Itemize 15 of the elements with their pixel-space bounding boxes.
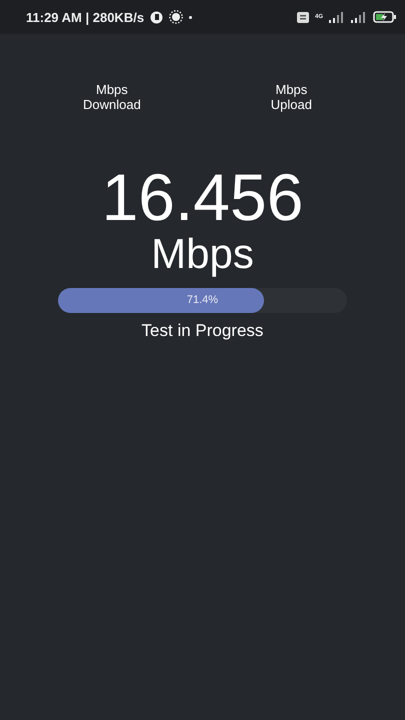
speed-value: 16.456 xyxy=(102,162,304,232)
status-time: 11:29 AM | 280KB/s xyxy=(26,10,144,24)
stat-unit: Mbps xyxy=(96,82,128,97)
stat-unit: Mbps xyxy=(276,82,308,97)
stat-label: Upload xyxy=(270,97,312,112)
status-text: Test in Progress xyxy=(142,321,264,341)
volte-icon xyxy=(296,12,309,22)
speed-unit: Mbps xyxy=(151,230,254,278)
signal-icon xyxy=(329,12,345,22)
sun-icon xyxy=(169,10,184,24)
signal-icon xyxy=(351,12,367,22)
stat-label: Download xyxy=(82,97,141,112)
dot-icon xyxy=(189,16,192,18)
app-icon xyxy=(150,10,164,24)
progress-percent: 71.4% xyxy=(186,293,220,308)
